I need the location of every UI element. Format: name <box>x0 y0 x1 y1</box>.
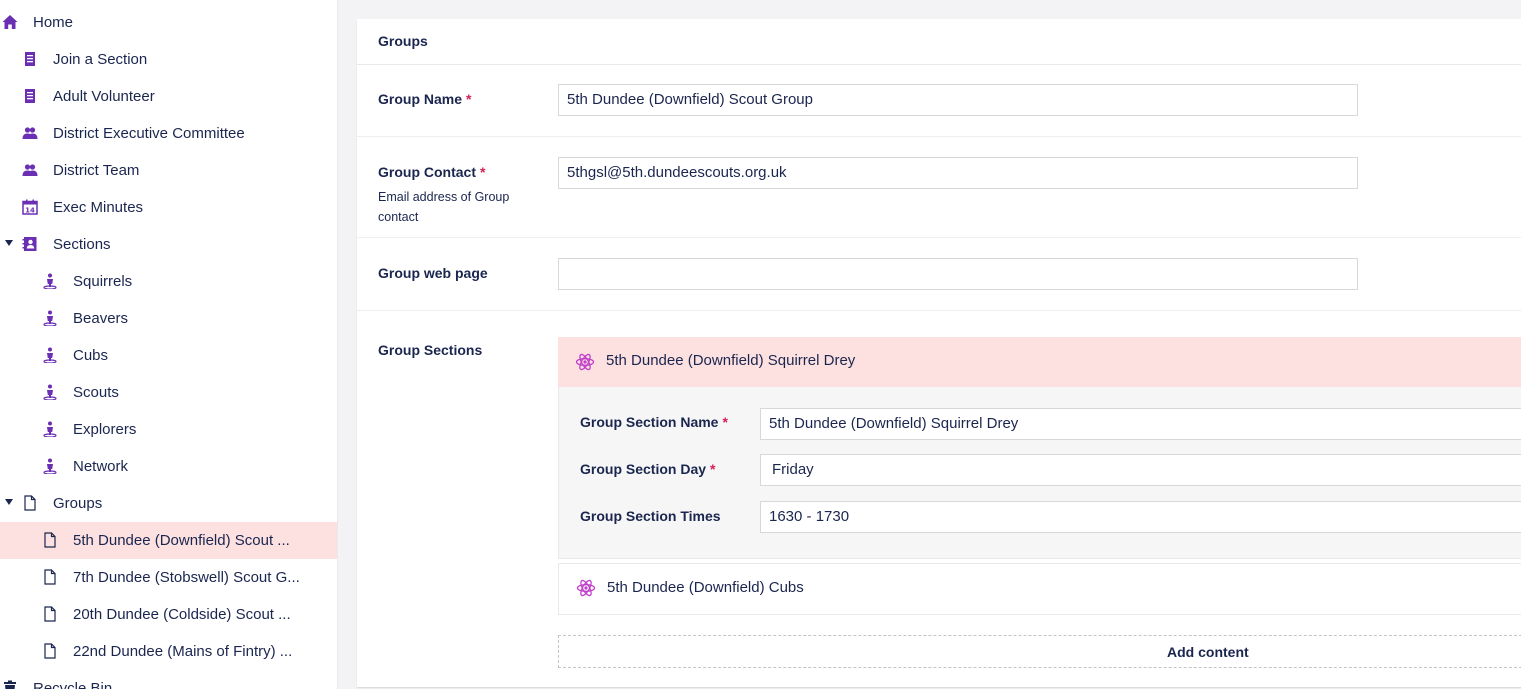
divider <box>357 136 1521 137</box>
group-web-page-label: Group web page <box>378 265 488 281</box>
divider <box>357 237 1521 238</box>
tree-item-label: Exec Minutes <box>53 199 144 216</box>
page-icon <box>42 606 58 622</box>
tree-item-label: Groups <box>53 495 103 512</box>
trash-icon <box>2 680 18 689</box>
group-sections-label: Group Sections <box>378 342 483 358</box>
group-section-name-label: Group Section Name * <box>580 414 728 430</box>
group-name-label: Group Name * <box>378 91 471 107</box>
tree-item-label: 20th Dundee (Coldside) Scout ... <box>73 606 291 623</box>
content-editor-panel: Groups Group Name * 5th Dundee (Downfield… <box>357 19 1521 687</box>
tree-item-label: Scouts <box>73 384 119 401</box>
users-icon <box>22 162 38 178</box>
tree-item-label: District Executive Committee <box>53 125 245 142</box>
tree-item-7th-dundee[interactable]: 7th Dundee (Stobswell) Scout G... <box>0 559 337 596</box>
tree-item-label: Beavers <box>73 310 129 327</box>
tree-item-5th-dundee[interactable]: 5th Dundee (Downfield) Scout ... <box>0 522 337 559</box>
tree-item-adult-volunteer[interactable]: Adult Volunteer <box>0 78 337 115</box>
divider <box>357 310 1521 311</box>
block-cubs-header[interactable]: 5th Dundee (Downfield) Cubs <box>558 563 1521 615</box>
calendar-icon: 14 <box>22 199 38 215</box>
person-icon <box>42 347 58 363</box>
tree-item-label: Adult Volunteer <box>53 88 155 105</box>
tree-item-explorers[interactable]: Explorers <box>0 411 337 448</box>
tree-item-label: Sections <box>53 236 111 253</box>
group-section-times-label: Group Section Times <box>580 508 721 524</box>
contact-book-icon <box>22 236 38 252</box>
required-marker: * <box>466 91 472 107</box>
tree-item-20th-dundee[interactable]: 20th Dundee (Coldside) Scout ... <box>0 596 337 633</box>
tree-item-label: 22nd Dundee (Mains of Fintry) ... <box>73 643 293 660</box>
block-squirrel-drey-header[interactable]: 5th Dundee (Downfield) Squirrel Drey <box>558 337 1521 387</box>
tree-item-label: 7th Dundee (Stobswell) Scout G... <box>73 569 300 586</box>
document-list-icon <box>22 88 38 104</box>
tree-item-label: Explorers <box>73 421 137 438</box>
group-name-label-text: Group Name <box>378 91 463 107</box>
tree-item-recycle-bin[interactable]: Recycle Bin <box>0 670 337 689</box>
person-icon <box>42 421 58 437</box>
tree-item-squirrels[interactable]: Squirrels <box>0 263 337 300</box>
tree-item-label: District Team <box>53 162 140 179</box>
content-tree-sidebar: Home Join a Section Adult Volunteer Dist… <box>0 0 338 689</box>
add-content-button[interactable]: Add content <box>558 635 1521 668</box>
block-title: 5th Dundee (Downfield) Cubs <box>607 579 804 596</box>
tree-item-label: Network <box>73 458 129 475</box>
group-section-times-input[interactable]: 1630 - 1730 <box>760 501 1521 533</box>
group-section-day-label-text: Group Section Day <box>580 461 707 477</box>
tree-item-network[interactable]: Network <box>0 448 337 485</box>
group-contact-label: Group Contact * <box>378 164 485 180</box>
tree-item-label: Cubs <box>73 347 109 364</box>
page-icon <box>42 643 58 659</box>
person-icon <box>42 458 58 474</box>
document-list-icon <box>22 51 38 67</box>
required-marker: * <box>710 461 716 477</box>
tree-item-exec-minutes[interactable]: 14 Exec Minutes <box>0 189 337 226</box>
panel-title: Groups <box>378 33 428 49</box>
caret-down-icon[interactable] <box>5 499 13 505</box>
tree-item-groups[interactable]: Groups <box>0 485 337 522</box>
tree-item-label: 5th Dundee (Downfield) Scout ... <box>73 532 290 549</box>
required-marker: * <box>480 164 486 180</box>
tree-item-22nd-dundee[interactable]: 22nd Dundee (Mains of Fintry) ... <box>0 633 337 670</box>
atom-icon <box>576 578 596 598</box>
page-icon <box>42 569 58 585</box>
person-icon <box>42 273 58 289</box>
group-contact-input[interactable]: 5thgsl@5th.dundeescouts.org.uk <box>558 157 1358 189</box>
tree-item-label: Squirrels <box>73 273 133 290</box>
panel-header: Groups <box>357 19 1521 65</box>
tree-item-beavers[interactable]: Beavers <box>0 300 337 337</box>
tree-item-label: Home <box>33 14 74 31</box>
tree-item-join-a-section[interactable]: Join a Section <box>0 41 337 78</box>
caret-down-icon[interactable] <box>5 240 13 246</box>
group-section-name-label-text: Group Section Name <box>580 414 719 430</box>
atom-icon <box>575 352 595 372</box>
group-section-day-select[interactable]: Friday <box>760 454 1521 486</box>
svg-text:14: 14 <box>25 207 35 215</box>
group-web-page-input[interactable] <box>558 258 1358 290</box>
group-name-input[interactable]: 5th Dundee (Downfield) Scout Group <box>558 84 1358 116</box>
group-section-name-input[interactable]: 5th Dundee (Downfield) Squirrel Drey <box>760 408 1521 440</box>
tree-item-sections[interactable]: Sections <box>0 226 337 263</box>
tree-item-cubs[interactable]: Cubs <box>0 337 337 374</box>
home-icon <box>2 14 18 30</box>
tree-item-district-executive-committee[interactable]: District Executive Committee <box>0 115 337 152</box>
group-contact-description: Email address of Group contact <box>378 190 510 224</box>
required-marker: * <box>722 414 728 430</box>
block-title: 5th Dundee (Downfield) Squirrel Drey <box>606 352 856 369</box>
users-icon <box>22 125 38 141</box>
person-icon <box>42 384 58 400</box>
person-icon <box>42 310 58 326</box>
page-icon <box>22 495 38 511</box>
tree-item-district-team[interactable]: District Team <box>0 152 337 189</box>
tree-item-label: Recycle Bin <box>33 680 113 689</box>
tree-item-home[interactable]: Home <box>0 4 337 41</box>
group-section-day-label: Group Section Day * <box>580 461 715 477</box>
block-squirrel-drey-body: Group Section Name * 5th Dundee (Downfiel… <box>558 387 1521 559</box>
group-contact-label-text: Group Contact <box>378 164 476 180</box>
tree-item-label: Join a Section <box>53 51 148 68</box>
add-content-label: Add content <box>1167 643 1249 660</box>
page-icon <box>42 532 58 548</box>
tree-item-scouts[interactable]: Scouts <box>0 374 337 411</box>
